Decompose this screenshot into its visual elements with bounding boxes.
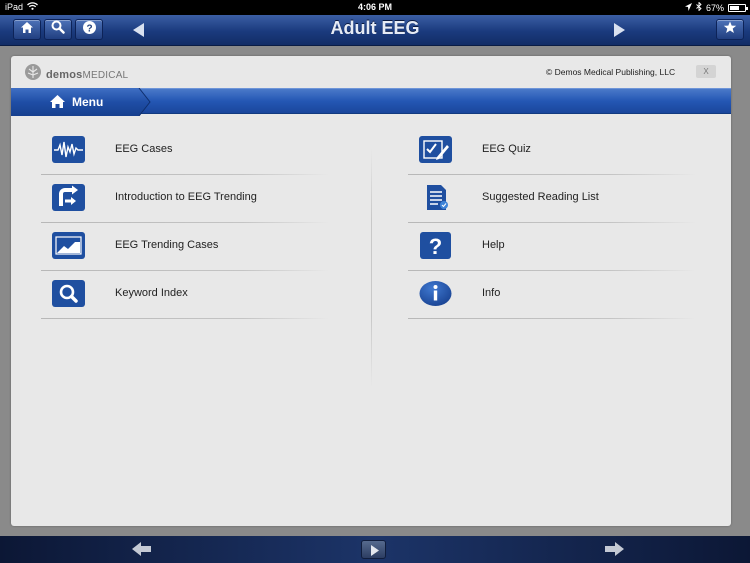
bookmark-button[interactable] — [716, 19, 744, 40]
close-button[interactable]: X — [696, 65, 716, 78]
menu-item-eeg-cases[interactable]: EEG Cases — [41, 127, 329, 175]
home-icon — [49, 94, 66, 114]
bottom-toolbar — [0, 536, 750, 563]
top-navigation-bar: ? Adult EEG — [0, 15, 750, 46]
menu-bar: Menu — [11, 88, 731, 116]
menu-item-label: Introduction to EEG Trending — [115, 191, 257, 203]
trend-chart-icon — [52, 232, 85, 259]
back-arrow-icon — [132, 542, 151, 556]
column-divider — [371, 148, 372, 388]
logo-rest-text: MEDICAL — [82, 69, 129, 81]
info-icon — [419, 280, 452, 307]
menu-item-keyword-index[interactable]: Keyword Index — [41, 271, 329, 319]
bluetooth-icon — [696, 1, 702, 13]
copyright-text: © Demos Medical Publishing, LLC — [546, 67, 676, 77]
menu-item-label: Keyword Index — [115, 287, 188, 299]
document-icon — [419, 184, 452, 211]
menu-item-label: Info — [482, 287, 501, 299]
play-icon — [371, 545, 379, 556]
clock: 4:06 PM — [357, 2, 392, 12]
back-arrow-button[interactable] — [132, 542, 152, 561]
menu-item-intro-eeg-trending[interactable]: Introduction to EEG Trending — [41, 175, 329, 223]
location-icon — [684, 2, 692, 13]
forward-arrow-icon — [605, 542, 624, 556]
svg-text:?: ? — [429, 234, 442, 259]
next-arrow-button[interactable] — [614, 23, 625, 37]
trending-intro-icon — [52, 184, 85, 211]
main-panel: demosMEDICAL © Demos Medical Publishing,… — [11, 56, 731, 526]
play-button[interactable] — [361, 540, 386, 559]
waveform-icon — [52, 136, 85, 163]
search-icon — [52, 280, 85, 307]
menu-item-label: EEG Quiz — [482, 143, 531, 155]
app-title: Adult EEG — [330, 18, 420, 38]
menu-item-label: Help — [482, 239, 505, 251]
status-bar: iPad 4:06 PM 67% — [0, 0, 750, 15]
menu-item-help[interactable]: ? Help — [408, 223, 696, 271]
battery-percent: 67% — [705, 2, 724, 13]
demos-medical-logo: demosMEDICAL — [24, 63, 128, 86]
star-icon — [723, 21, 737, 39]
menu-item-label: Suggested Reading List — [482, 191, 599, 203]
quiz-icon — [419, 136, 452, 163]
panel-header: demosMEDICAL © Demos Medical Publishing,… — [11, 56, 731, 88]
battery-icon — [728, 3, 748, 12]
menu-item-eeg-quiz[interactable]: EEG Quiz — [408, 127, 696, 175]
menu-item-label: EEG Cases — [115, 143, 173, 155]
question-icon: ? — [419, 232, 452, 259]
forward-arrow-button[interactable] — [604, 542, 624, 561]
menu-item-eeg-trending-cases[interactable]: EEG Trending Cases — [41, 223, 329, 271]
menu-item-label: EEG Trending Cases — [115, 239, 219, 251]
menu-breadcrumb[interactable]: Menu — [11, 88, 151, 116]
logo-bold-text: demos — [46, 68, 83, 81]
menu-title: Menu — [72, 95, 104, 109]
menu-item-suggested-reading[interactable]: Suggested Reading List — [408, 175, 696, 223]
menu-item-info[interactable]: Info — [408, 271, 696, 319]
tree-logo-icon — [24, 63, 42, 86]
